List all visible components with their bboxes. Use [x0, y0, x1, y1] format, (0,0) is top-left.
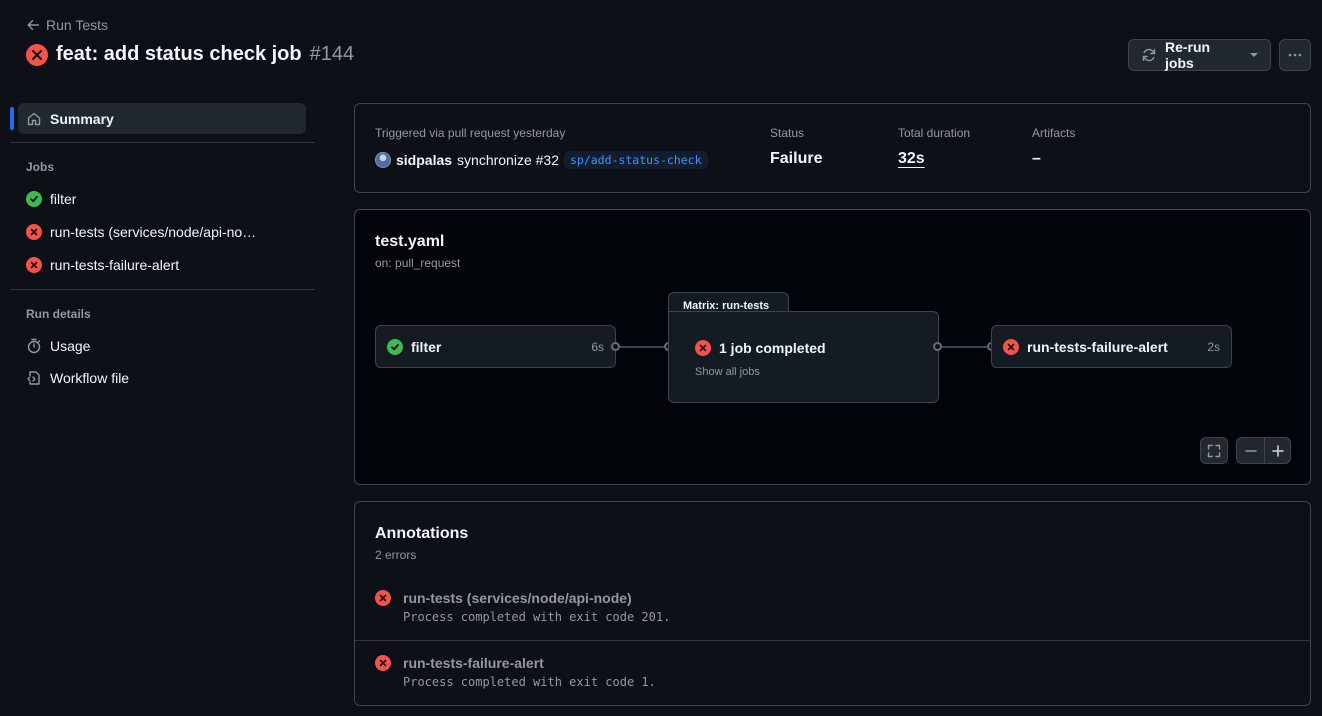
matrix-summary[interactable]: 1 job completed [695, 340, 826, 356]
user-link[interactable]: sidpalas [396, 152, 452, 168]
triangle-down-icon [1250, 53, 1258, 57]
back-link-label: Run Tests [46, 17, 108, 33]
zoom-in-button[interactable] [1264, 437, 1291, 464]
sidebar-item-workflow-file[interactable]: Workflow file [26, 366, 306, 390]
matrix-summary-label: 1 job completed [719, 340, 826, 356]
sidebar-item-label: Usage [50, 338, 91, 354]
home-icon [27, 112, 41, 125]
sidebar-item-usage[interactable]: Usage [26, 334, 306, 358]
annotations-count: 2 errors [375, 548, 417, 562]
dash-icon [1244, 449, 1257, 452]
annotation-message: Process completed with exit code 201. [403, 610, 671, 624]
sidebar-job-run-tests[interactable]: run-tests (services/node/api-no… [26, 220, 306, 244]
graph-job-name: filter [411, 338, 442, 355]
avatar[interactable] [375, 152, 391, 168]
annotation-divider [355, 640, 1310, 641]
jobs-heading: Jobs [26, 160, 55, 174]
sidebar-item-label: Workflow file [50, 370, 130, 386]
show-all-jobs-link[interactable]: Show all jobs [695, 366, 760, 378]
artifacts-value: – [1032, 150, 1041, 167]
check-circle-fill-icon [387, 338, 403, 355]
x-circle-fill-icon [695, 340, 711, 356]
kebab-horizontal-icon [1288, 53, 1302, 57]
run-number: #144 [309, 43, 355, 65]
annotation-message: Process completed with exit code 1. [403, 675, 656, 689]
x-circle-fill-icon [375, 655, 391, 671]
sidebar-job-filter[interactable]: filter [26, 187, 306, 211]
x-circle-fill-icon [1003, 338, 1019, 355]
annotation-item: run-tests-failure-alert Process complete… [375, 655, 656, 689]
sidebar-item-summary[interactable]: Summary [10, 103, 306, 134]
graph-job-run-tests-failure-alert[interactable]: run-tests-failure-alert 2s [991, 325, 1232, 368]
annotations-panel: Annotations 2 errors run-tests (services… [354, 501, 1311, 706]
matrix-tab: Matrix: run-tests [668, 292, 789, 313]
active-indicator [10, 107, 14, 130]
graph-job-name: run-tests-failure-alert [1027, 338, 1168, 355]
status-value: Failure [770, 150, 823, 167]
status-label: Status [770, 126, 805, 140]
workflow-graph-panel: test.yaml on: pull_request filter 6s Mat… [354, 209, 1311, 485]
connector-dot [611, 342, 620, 351]
duration-link[interactable]: 32s [898, 150, 925, 168]
plus-icon [1271, 444, 1284, 457]
duration-label: Total duration [898, 126, 971, 140]
rerun-jobs-button[interactable]: Re-run jobs [1128, 39, 1271, 71]
page-title-row: feat: add status check job #144 [26, 43, 354, 66]
annotation-job-link[interactable]: run-tests (services/node/api-node) [403, 590, 670, 606]
trigger-details: sidpalas synchronize #32 sp/add-status-c… [375, 151, 708, 169]
sidebar-divider [10, 142, 315, 143]
screen-full-icon [1207, 444, 1221, 457]
sync-icon [1141, 47, 1157, 63]
x-circle-fill-icon [26, 224, 42, 240]
connector-line [942, 346, 987, 348]
graph-job-duration: 6s [591, 339, 604, 354]
connector-dot [933, 342, 942, 351]
sidebar-job-label: filter [50, 191, 77, 207]
annotation-job-link[interactable]: run-tests-failure-alert [403, 655, 656, 671]
page-title: feat: add status check job [56, 43, 302, 65]
arrow-left-icon [27, 19, 39, 31]
check-circle-fill-icon [26, 191, 42, 207]
sidebar-divider [10, 289, 315, 290]
graph-job-filter[interactable]: filter 6s [375, 325, 616, 368]
more-actions-button[interactable] [1279, 39, 1311, 71]
rerun-jobs-label: Re-run jobs [1165, 39, 1211, 71]
connector-line [620, 346, 664, 348]
annotation-item: run-tests (services/node/api-node) Proce… [375, 590, 670, 624]
fullscreen-button[interactable] [1200, 437, 1228, 464]
branch-label[interactable]: sp/add-status-check [563, 151, 708, 169]
x-circle-fill-icon [26, 257, 42, 273]
graph-job-duration: 2s [1207, 339, 1220, 354]
workflow-trigger: on: pull_request [375, 256, 461, 270]
zoom-out-button[interactable] [1236, 437, 1265, 464]
sidebar-job-label: run-tests (services/node/api-no… [50, 224, 257, 240]
sidebar-job-label: run-tests-failure-alert [50, 257, 180, 273]
x-circle-fill-icon [26, 43, 48, 66]
back-link[interactable]: Run Tests [26, 17, 108, 33]
trigger-action[interactable]: synchronize #32 [457, 152, 559, 168]
sidebar-item-label: Summary [50, 110, 114, 127]
trigger-label: Triggered via pull request yesterday [375, 126, 566, 140]
artifacts-label: Artifacts [1032, 126, 1076, 140]
sidebar-job-run-tests-failure-alert[interactable]: run-tests-failure-alert [26, 253, 306, 277]
matrix-group: 1 job completed Show all jobs [668, 311, 939, 403]
file-code-icon [27, 371, 40, 385]
run-details-heading: Run details [26, 307, 91, 321]
annotations-title: Annotations [375, 525, 469, 542]
workflow-file-title[interactable]: test.yaml [375, 233, 444, 251]
x-circle-fill-icon [375, 590, 391, 606]
run-summary-panel: Triggered via pull request yesterday sid… [354, 103, 1311, 193]
stopwatch-icon [27, 338, 41, 354]
